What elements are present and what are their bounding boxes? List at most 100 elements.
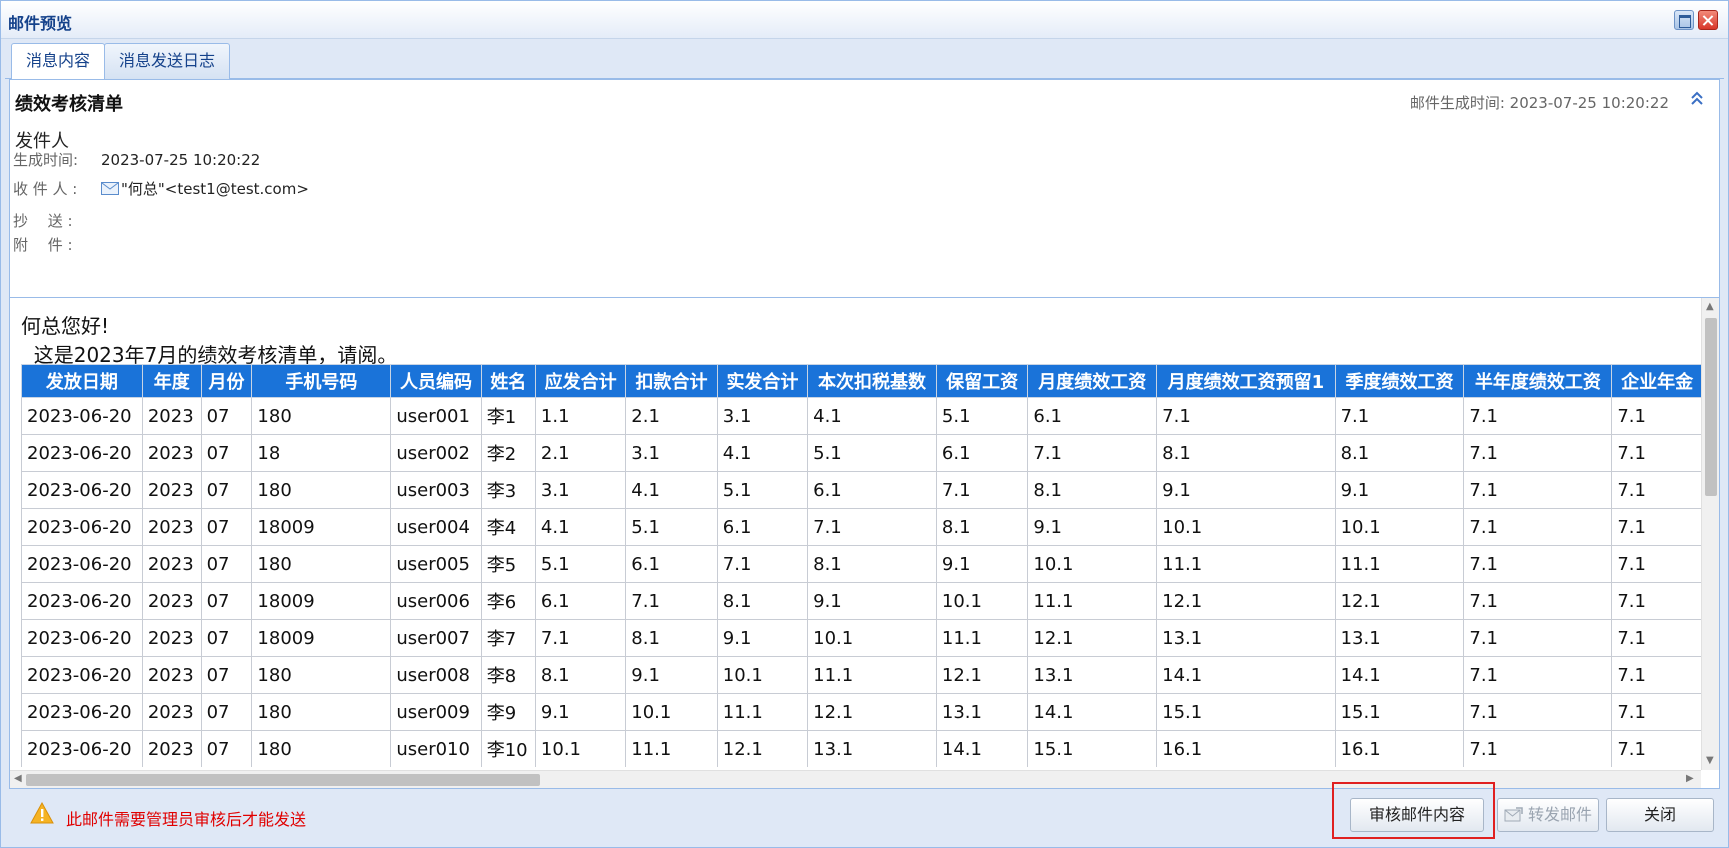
table-cell: 李4 (480, 508, 536, 546)
table-cell: 7.1 (1463, 397, 1613, 435)
scroll-up-icon[interactable]: ▲ (1706, 301, 1714, 312)
column-header: 发放日期 (21, 364, 143, 398)
maximize-icon[interactable] (1674, 10, 1694, 30)
table-cell: 12.1 (935, 656, 1029, 694)
table-cell: 07 (200, 545, 253, 583)
table-row: 2023-06-20 2023 07 18009 user006 李6 6.1 7.1 8.1 9… (21, 582, 1709, 620)
column-header: 年度 (141, 364, 202, 398)
vertical-scroll-thumb[interactable] (1705, 318, 1717, 496)
table-cell: 11.1 (625, 730, 718, 767)
generated-time: 邮件生成时间: 2023-07-25 10:20:22 (1409, 94, 1669, 112)
window-title: 邮件预览 (8, 14, 73, 33)
table-cell: 7.1 (1611, 434, 1709, 472)
table-cell: 5.1 (534, 545, 627, 583)
message-panel: 绩效考核清单 邮件生成时间: 2023-07-25 10:20:22 发件人 生… (9, 79, 1720, 789)
table-cell: 2023 (141, 508, 202, 546)
table-cell: 18009 (251, 582, 392, 620)
table-cell: 14.1 (935, 730, 1029, 767)
warning-triangle-icon (30, 802, 54, 824)
table-cell: 5.1 (716, 471, 809, 509)
table-cell: 180 (251, 397, 392, 435)
scroll-right-icon[interactable]: ▶ (1686, 773, 1694, 784)
table-cell: 11.1 (1156, 545, 1336, 583)
tab-strip: 消息内容 消息发送日志 (5, 39, 1724, 80)
table-cell: user006 (390, 582, 482, 620)
scroll-left-icon[interactable]: ◀ (14, 773, 22, 784)
cc-row: 抄 送 : (13, 210, 101, 231)
table-cell: 15.1 (1334, 693, 1465, 731)
table-cell: 11.1 (935, 619, 1029, 657)
table-cell: 12.1 (1027, 619, 1158, 657)
table-cell: 2023-06-20 (21, 693, 143, 731)
review-mail-button[interactable]: 审核邮件内容 (1350, 798, 1484, 832)
tab-message-content[interactable]: 消息内容 (11, 43, 106, 80)
table-cell: 18 (251, 434, 392, 472)
time-row: 生成时间: 2023-07-25 10:20:22 (13, 149, 260, 170)
table-cell: 8.1 (716, 582, 809, 620)
table-cell: 07 (200, 471, 253, 509)
table-cell: 李10 (480, 730, 536, 767)
recipient-row: 收 件 人 : "何总"<test1@test.com> (13, 178, 309, 199)
table-cell: 9.1 (1027, 508, 1158, 546)
table-cell: 李1 (480, 397, 536, 435)
table-cell: 7.1 (534, 619, 627, 657)
table-cell: 8.1 (1156, 434, 1336, 472)
table-cell: 4.1 (716, 434, 809, 472)
tab-send-log[interactable]: 消息发送日志 (104, 43, 231, 79)
table-cell: 7.1 (1611, 730, 1709, 767)
table-cell: 8.1 (1334, 434, 1465, 472)
title-bar[interactable]: 邮件预览 (1, 1, 1728, 39)
table-cell: 7.1 (1611, 471, 1709, 509)
table-cell: 李9 (480, 693, 536, 731)
column-header: 姓名 (480, 364, 536, 398)
table-cell: 2023 (141, 656, 202, 694)
table-cell: 6.1 (716, 508, 809, 546)
column-header: 应发合计 (534, 364, 627, 398)
table-cell: 2023-06-20 (21, 508, 143, 546)
table-cell: 07 (200, 619, 253, 657)
table-cell: 8.1 (534, 656, 627, 694)
table-cell: 18009 (251, 619, 392, 657)
close-button[interactable]: 关闭 (1606, 798, 1714, 832)
table-cell: user003 (390, 471, 482, 509)
table-cell: 2023 (141, 693, 202, 731)
double-chevron-up-icon[interactable] (1689, 90, 1705, 108)
table-cell: 2023-06-20 (21, 397, 143, 435)
table-cell: 9.1 (716, 619, 809, 657)
forward-mail-button[interactable]: 转发邮件 (1497, 798, 1599, 832)
table-cell: 14.1 (1027, 693, 1158, 731)
table-cell: 07 (200, 730, 253, 767)
table-cell: 2023-06-20 (21, 656, 143, 694)
scroll-down-icon[interactable]: ▼ (1706, 755, 1714, 766)
recipient-value[interactable]: "何总"<test1@test.com> (121, 180, 309, 198)
table-cell: 7.1 (1611, 619, 1709, 657)
table-cell: 4.1 (534, 508, 627, 546)
table-cell: 11.1 (1027, 582, 1158, 620)
table-cell: 13.1 (935, 693, 1029, 731)
table-row: 2023-06-20 2023 07 18 user002 李2 2.1 3.1 4.1 5.1 6… (21, 434, 1709, 472)
table-cell: 180 (251, 656, 392, 694)
table-cell: 9.1 (935, 545, 1029, 583)
table-cell: 5.1 (625, 508, 718, 546)
table-cell: 2023-06-20 (21, 582, 143, 620)
close-window-icon[interactable] (1698, 10, 1718, 30)
column-header: 月份 (200, 364, 253, 398)
table-cell: 7.1 (1611, 693, 1709, 731)
vertical-scrollbar[interactable]: ▲ ▼ (1701, 298, 1719, 770)
table-cell: 07 (200, 434, 253, 472)
table-cell: 9.1 (1156, 471, 1336, 509)
table-cell: 180 (251, 545, 392, 583)
mail-body[interactable]: 何总您好! 这是2023年7月的绩效考核清单，请阅。 发放日期 年度 月份 手机号码人… (10, 298, 1719, 788)
table-cell: 5.1 (935, 397, 1029, 435)
mail-header: 绩效考核清单 邮件生成时间: 2023-07-25 10:20:22 发件人 生… (10, 80, 1719, 298)
table-cell: 2023-06-20 (21, 434, 143, 472)
horizontal-scroll-thumb[interactable] (26, 774, 540, 786)
table-cell: 12.1 (1334, 582, 1465, 620)
table-cell: user010 (390, 730, 482, 767)
column-header: 半年度绩效工资 (1463, 364, 1613, 398)
table-cell: 11.1 (807, 656, 937, 694)
table-cell: 8.1 (625, 619, 718, 657)
table-header-row: 发放日期 年度 月份 手机号码 人员编码 姓名 应发合计 扣款合计 实发合计 本次扣税基数 保留工资… (21, 364, 1709, 398)
table-cell: 6.1 (1027, 397, 1158, 435)
column-header: 月度绩效工资预留1 (1156, 364, 1336, 398)
